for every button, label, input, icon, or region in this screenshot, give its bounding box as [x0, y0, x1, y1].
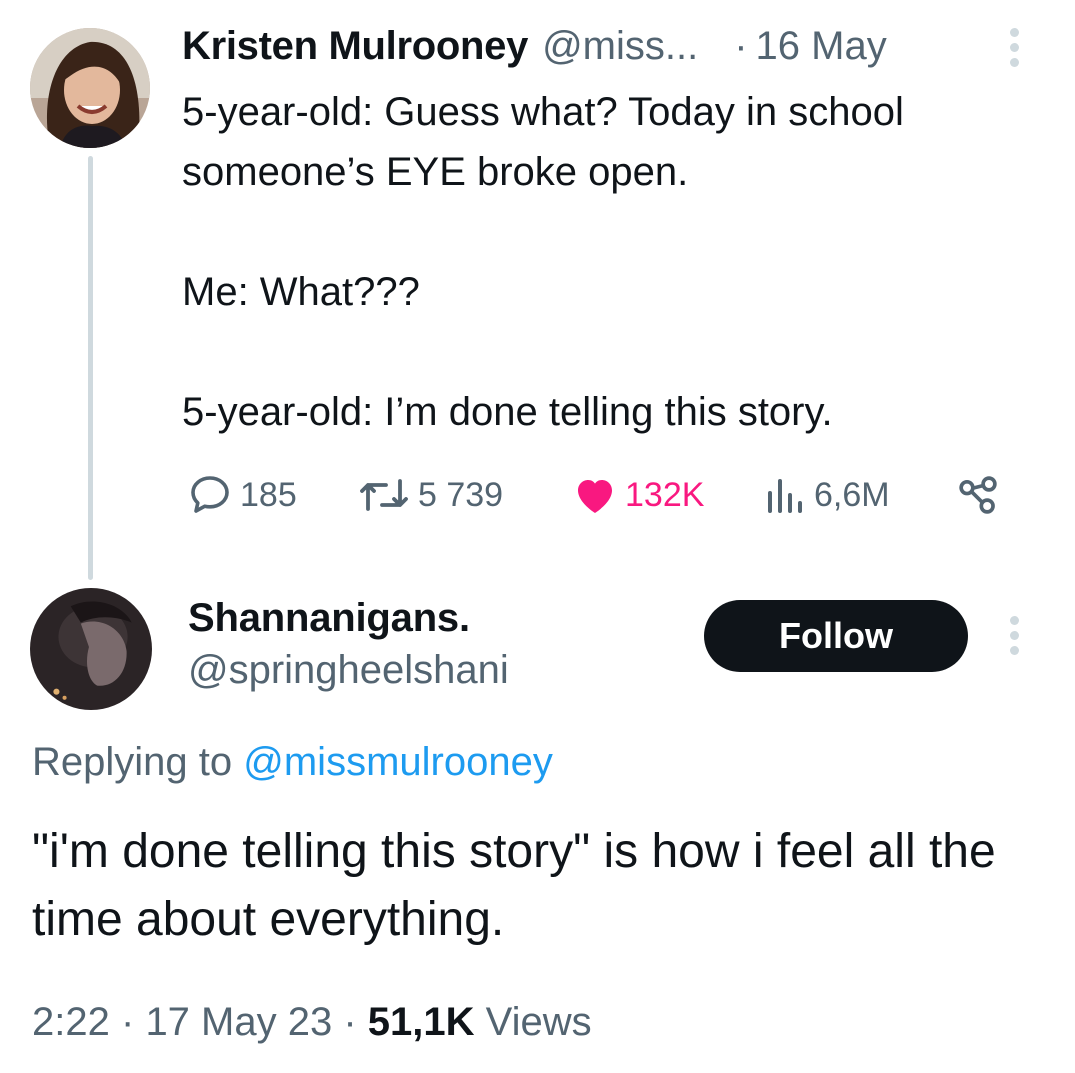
replying-mention-link[interactable]: @missmulrooney	[243, 740, 553, 784]
reply-author-avatar[interactable]	[30, 588, 152, 710]
reply-count: 185	[240, 475, 297, 514]
reply-button[interactable]: 185	[186, 470, 297, 520]
meta-separator: ·	[343, 1000, 357, 1044]
tweet-line-break	[182, 322, 1042, 382]
tweet-line: 5-year-old: Guess what? Today in school	[182, 90, 904, 134]
tweet-line: someone’s EYE broke open.	[182, 150, 689, 194]
share-icon	[956, 473, 1000, 517]
tweet-time[interactable]: 2:22	[32, 1000, 110, 1044]
parent-tweet-header: Kristen Mulrooney @miss... · 16 May	[182, 24, 887, 70]
tweet-line: Me: What???	[182, 270, 420, 314]
meta-separator: ·	[120, 1000, 135, 1044]
follow-button[interactable]: Follow	[704, 600, 968, 672]
replying-to: Replying to @missmulrooney	[32, 740, 553, 785]
parent-tweet-text: 5-year-old: Guess what? Today in school …	[182, 82, 1042, 442]
more-icon[interactable]	[1007, 28, 1021, 67]
replying-prefix: Replying to	[32, 740, 233, 784]
views-label: Views	[485, 1000, 592, 1044]
parent-tweet-actions: 185 5 739 132K 6,6M	[186, 470, 1016, 520]
retweet-count: 5 739	[418, 475, 504, 514]
share-button[interactable]	[956, 470, 1000, 520]
tweet-line: 5-year-old: I’m done telling this story.	[182, 390, 833, 434]
tweet-meta: 2:22 · 17 May 23 · 51,1K Views	[32, 1000, 592, 1045]
retweet-icon	[356, 471, 412, 519]
reply-tweet-text: "i'm done telling this story" is how i f…	[32, 825, 996, 946]
reply-icon	[186, 471, 234, 519]
views-count: 51,1K	[367, 1000, 475, 1044]
like-button[interactable]: 132K	[571, 470, 704, 520]
like-icon	[571, 471, 619, 519]
thread-line	[88, 156, 93, 580]
header-separator: ·	[734, 24, 748, 68]
like-count: 132K	[625, 475, 705, 514]
view-count: 6,6M	[814, 475, 890, 514]
reply-author-handle[interactable]: @springheelshani	[188, 648, 509, 693]
retweet-button[interactable]: 5 739	[356, 470, 503, 520]
tweet-line-break	[182, 202, 1042, 262]
views-button[interactable]: 6,6M	[764, 470, 890, 520]
tweet-date[interactable]: 17 May 23	[145, 1000, 332, 1044]
parent-tweet-date[interactable]: 16 May	[756, 24, 887, 69]
parent-author-name[interactable]: Kristen Mulrooney	[182, 24, 528, 69]
more-icon[interactable]	[1007, 616, 1021, 655]
views-icon	[764, 471, 808, 519]
parent-author-avatar[interactable]	[30, 28, 150, 148]
reply-author-name[interactable]: Shannanigans.	[188, 596, 470, 641]
parent-author-handle[interactable]: @miss...	[542, 24, 698, 69]
